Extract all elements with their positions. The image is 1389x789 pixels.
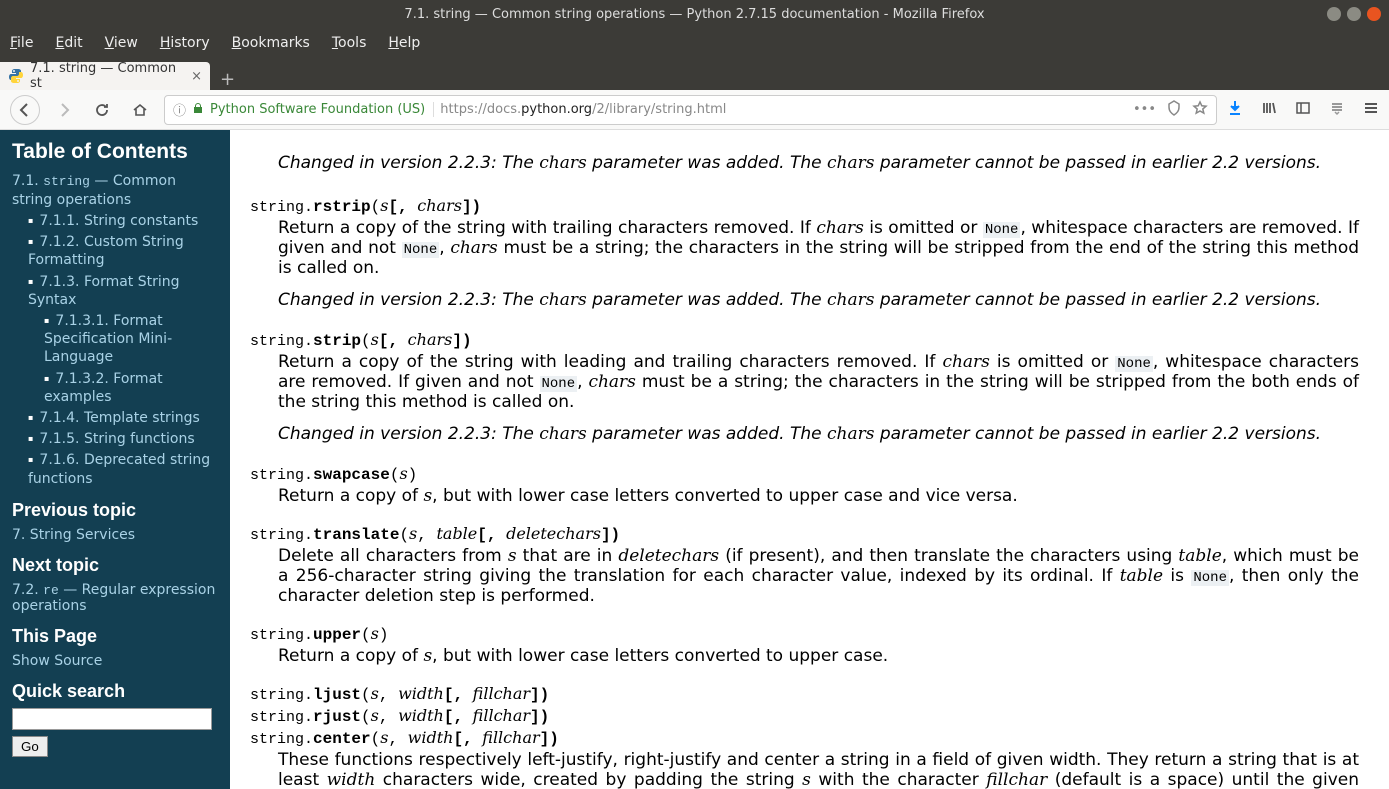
- home-button[interactable]: [126, 96, 154, 124]
- library-icon[interactable]: [1261, 100, 1277, 120]
- func-translate: string.translate(s, table[, deletechars]…: [250, 524, 1359, 606]
- show-source-link[interactable]: Show Source: [12, 653, 102, 669]
- window-title: 7.1. string — Common string operations —…: [404, 7, 984, 22]
- forward-button[interactable]: [50, 96, 78, 124]
- url-text: https://docs.python.org/2/library/string…: [440, 102, 726, 117]
- toc-link-spec-mini[interactable]: 7.1.3.1. Format Specification Mini-Langu…: [44, 313, 172, 365]
- toc-heading: Table of Contents: [12, 140, 218, 164]
- close-window-button[interactable]: [1367, 7, 1381, 21]
- toc-link-deprecated[interactable]: 7.1.6. Deprecated string functions: [28, 452, 210, 486]
- toc-link-custom-format[interactable]: 7.1.2. Custom String Formatting: [28, 234, 184, 268]
- func-just-group: string.ljust(s, width[, fillchar]) strin…: [250, 684, 1359, 789]
- bookmark-star-icon[interactable]: [1192, 100, 1208, 120]
- quick-search-heading: Quick search: [12, 681, 218, 702]
- this-page-heading: This Page: [12, 626, 218, 647]
- back-button[interactable]: [10, 95, 40, 125]
- page-action-icon[interactable]: •••: [1133, 102, 1156, 117]
- func-upper: string.upper(s) Return a copy of s, but …: [250, 624, 1359, 666]
- tab-title: 7.1. string — Common st: [30, 61, 185, 91]
- overflow-menu-icon[interactable]: [1329, 100, 1345, 120]
- maximize-button[interactable]: [1347, 7, 1361, 21]
- reader-mode-icon[interactable]: [1166, 100, 1182, 120]
- search-input[interactable]: [12, 708, 212, 730]
- site-identity[interactable]: Python Software Foundation (US): [210, 102, 434, 117]
- sidebar-toc: Table of Contents 7.1. string — Common s…: [0, 130, 230, 789]
- func-rstrip: string.rstrip(s[, chars]) Return a copy …: [250, 196, 1359, 310]
- tab-bar: 7.1. string — Common st × +: [0, 58, 1389, 90]
- reload-button[interactable]: [88, 96, 116, 124]
- menu-bar: File Edit View History Bookmarks Tools H…: [0, 28, 1389, 58]
- next-topic-link[interactable]: 7.2. re — Regular expression operations: [12, 582, 215, 614]
- menu-bookmarks[interactable]: Bookmarks: [232, 35, 310, 51]
- toc-link-template[interactable]: 7.1.4. Template strings: [39, 410, 199, 426]
- close-tab-icon[interactable]: ×: [191, 69, 202, 84]
- menu-help[interactable]: Help: [388, 35, 420, 51]
- favicon-python-icon: [8, 68, 24, 84]
- browser-tab[interactable]: 7.1. string — Common st ×: [0, 62, 210, 90]
- menu-edit[interactable]: Edit: [55, 35, 82, 51]
- menu-view[interactable]: View: [105, 35, 138, 51]
- window-titlebar: 7.1. string — Common string operations —…: [0, 0, 1389, 28]
- toc-link-format-ex[interactable]: 7.1.3.2. Format examples: [44, 371, 163, 405]
- toc-link-string-fn[interactable]: 7.1.5. String functions: [39, 431, 194, 447]
- toc-link-format-syntax[interactable]: 7.1.3. Format String Syntax: [28, 274, 180, 308]
- menu-file[interactable]: File: [10, 35, 33, 51]
- func-swapcase: string.swapcase(s) Return a copy of s, b…: [250, 464, 1359, 506]
- prev-topic-heading: Previous topic: [12, 500, 218, 521]
- navigation-toolbar: ⓘ Python Software Foundation (US) https:…: [0, 90, 1389, 130]
- main-content[interactable]: Changed in version 2.2.3: The chars para…: [230, 130, 1389, 789]
- address-bar[interactable]: ⓘ Python Software Foundation (US) https:…: [164, 95, 1217, 125]
- minimize-button[interactable]: [1327, 7, 1341, 21]
- hamburger-menu-icon[interactable]: [1363, 100, 1379, 120]
- toc-link-constants[interactable]: 7.1.1. String constants: [39, 213, 198, 229]
- func-strip: string.strip(s[, chars]) Return a copy o…: [250, 330, 1359, 444]
- search-go-button[interactable]: [12, 736, 48, 757]
- info-icon[interactable]: ⓘ: [173, 100, 186, 119]
- new-tab-button[interactable]: +: [210, 69, 245, 90]
- toc-root-link[interactable]: 7.1. string — Common string operations: [12, 173, 176, 208]
- menu-tools[interactable]: Tools: [332, 35, 367, 51]
- lock-icon: [192, 102, 204, 118]
- downloads-icon[interactable]: [1227, 100, 1243, 120]
- next-topic-heading: Next topic: [12, 555, 218, 576]
- menu-history[interactable]: History: [160, 35, 210, 51]
- changed-note: Changed in version 2.2.3: The chars para…: [278, 152, 1359, 176]
- prev-topic-link[interactable]: 7. String Services: [12, 527, 135, 543]
- sidebar-icon[interactable]: [1295, 100, 1311, 120]
